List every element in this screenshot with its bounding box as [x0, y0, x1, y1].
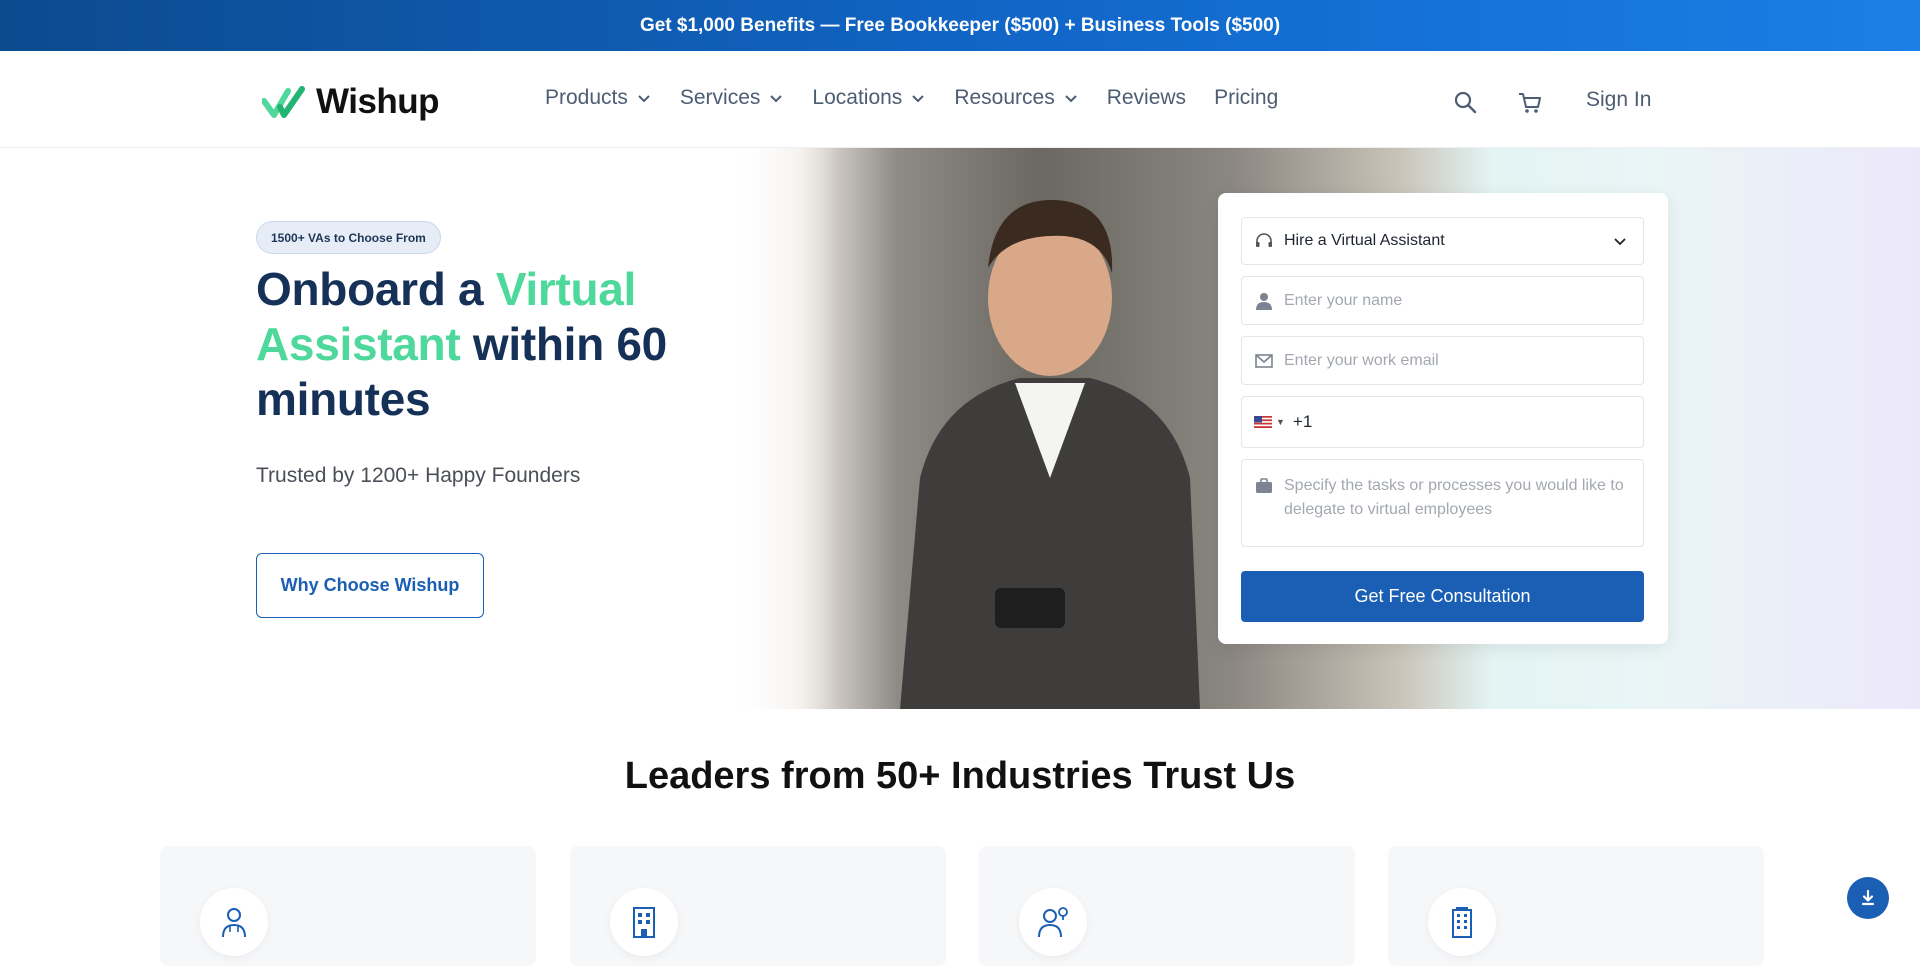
logo[interactable]: Wishup [262, 82, 440, 122]
hero-subtitle: Trusted by 1200+ Happy Founders [256, 464, 581, 487]
chevron-down-icon [770, 95, 783, 103]
office-tower-icon [1452, 907, 1472, 938]
nav-resources[interactable]: Resources [954, 86, 1078, 110]
why-choose-wishup-button[interactable]: Why Choose Wishup [256, 553, 484, 618]
lead-form: Hire a Virtual Assistant Enter your name… [1218, 193, 1668, 644]
building-icon [633, 907, 655, 938]
download-icon [1861, 889, 1875, 906]
va-count-badge: 1500+ VAs to Choose From [256, 221, 441, 254]
promo-banner[interactable]: Get $1,000 Benefits — Free Bookkeeper ($… [0, 0, 1920, 51]
logo-check-icon [262, 86, 305, 118]
phone-field[interactable]: ▼ +1 [1241, 396, 1644, 448]
doctor-icon [222, 908, 246, 938]
nav-pricing[interactable]: Pricing [1214, 86, 1278, 110]
headset-icon [1256, 233, 1272, 247]
top-navbar: Wishup Products Services Locations Resou… [0, 51, 1920, 148]
download-button[interactable] [1847, 877, 1889, 919]
country-caret-icon[interactable]: ▼ [1276, 417, 1285, 427]
name-placeholder: Enter your name [1284, 291, 1403, 309]
service-select[interactable]: Hire a Virtual Assistant [1241, 217, 1644, 265]
name-field[interactable]: Enter your name [1241, 276, 1644, 325]
cart-icon[interactable] [1516, 89, 1544, 117]
tasks-placeholder: Specify the tasks or processes you would… [1284, 477, 1624, 518]
chevron-down-icon [912, 95, 925, 103]
professional-icon [1038, 907, 1068, 938]
nav-reviews[interactable]: Reviews [1107, 86, 1186, 110]
nav-resources-label: Resources [954, 86, 1055, 109]
industries-title: Leaders from 50+ Industries Trust Us [624, 755, 1296, 797]
briefcase-icon [1256, 478, 1272, 493]
chevron-down-icon [1064, 95, 1077, 103]
industry-card[interactable] [1388, 846, 1764, 966]
nav-products[interactable]: Products [545, 86, 652, 110]
get-free-consultation-button[interactable]: Get Free Consultation [1241, 571, 1644, 622]
email-placeholder: Enter your work email [1284, 351, 1439, 369]
industry-card[interactable] [570, 846, 946, 966]
industry-card[interactable] [979, 846, 1355, 966]
tasks-field[interactable]: Specify the tasks or processes you would… [1241, 459, 1644, 547]
email-field[interactable]: Enter your work email [1241, 336, 1644, 385]
nav-products-label: Products [545, 86, 628, 109]
nav-menu: Products Services Locations Resources Re… [545, 86, 1278, 110]
us-flag-icon[interactable] [1254, 416, 1272, 428]
promo-text: Get $1,000 Benefits — Free Bookkeeper ($… [639, 14, 1281, 36]
hero-title: Onboard a Virtual Assistant within 60 mi… [256, 262, 726, 427]
nav-services[interactable]: Services [680, 86, 785, 110]
service-select-value: Hire a Virtual Assistant [1284, 232, 1445, 249]
hero-title-part1: Onboard a [256, 263, 496, 315]
nav-locations-label: Locations [812, 86, 903, 109]
nav-reviews-label: Reviews [1106, 86, 1187, 109]
sign-in-link[interactable]: Sign In [1586, 88, 1651, 112]
nav-locations[interactable]: Locations [812, 86, 926, 110]
mail-icon [1255, 353, 1273, 368]
industry-card[interactable] [160, 846, 536, 966]
logo-text: Wishup [316, 82, 440, 121]
nav-pricing-label: Pricing [1214, 86, 1279, 109]
user-icon [1256, 292, 1272, 310]
hero-person-image [900, 199, 1200, 709]
chevron-down-icon [638, 95, 650, 103]
chevron-down-icon [1614, 238, 1626, 246]
phone-code: +1 [1292, 412, 1313, 431]
nav-services-label: Services [679, 86, 761, 109]
search-icon[interactable] [1452, 89, 1480, 117]
